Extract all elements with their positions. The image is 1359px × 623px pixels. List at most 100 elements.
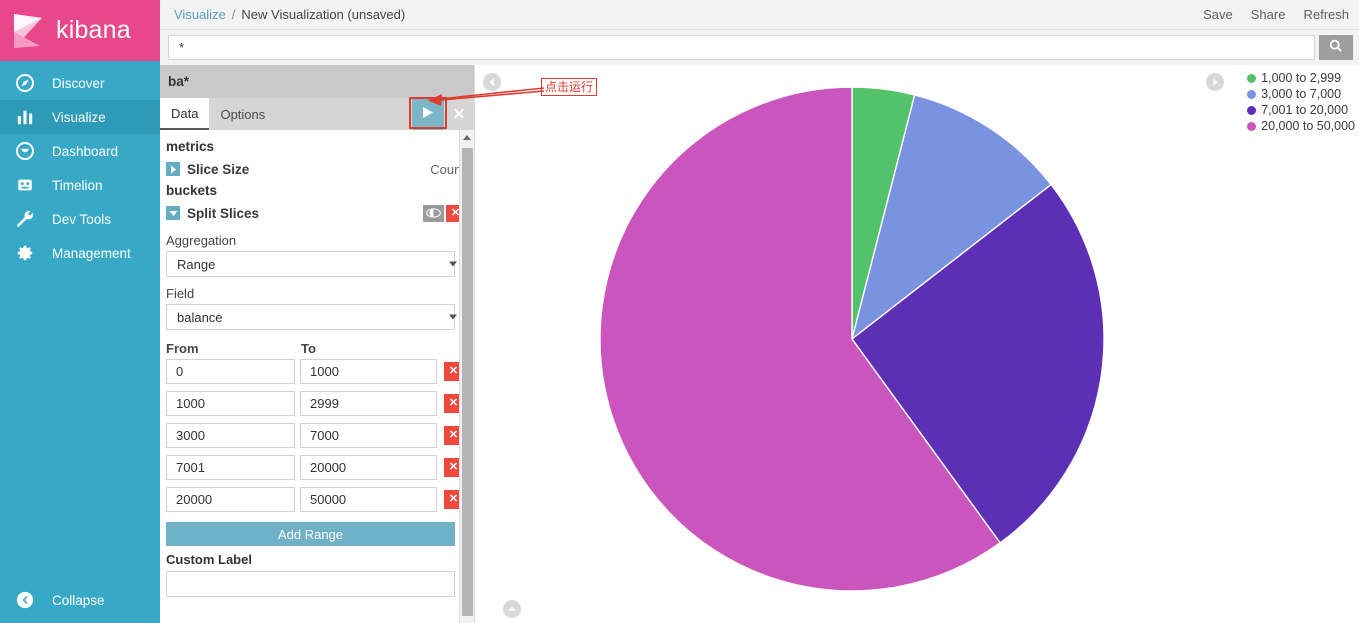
- tab-data-label: Data: [171, 105, 199, 121]
- annotation-text: 点击运行: [541, 78, 598, 96]
- sidebar-item-discover[interactable]: Discover: [0, 66, 160, 100]
- range-row: ✕: [166, 391, 465, 416]
- bar-chart-icon: [14, 106, 36, 128]
- sidebar-item-label: Dev Tools: [52, 211, 112, 227]
- range-from-input[interactable]: [166, 455, 295, 480]
- sidebar-nav: Discover Visualize Dashboard Timelion De…: [0, 61, 160, 270]
- config-tab-buttons: ✕: [412, 98, 474, 130]
- range-row: ✕: [166, 359, 465, 384]
- range-from-input[interactable]: [166, 487, 295, 512]
- sidebar-item-label: Timelion: [52, 177, 103, 193]
- range-row: ✕: [166, 487, 465, 512]
- tab-options[interactable]: Options: [209, 98, 276, 130]
- chart-legend: 1,000 to 2,999 3,000 to 7,000 7,001 to 2…: [1247, 71, 1355, 134]
- timelion-icon: [14, 174, 36, 196]
- refresh-button[interactable]: Refresh: [1303, 7, 1349, 22]
- range-to-input[interactable]: [300, 359, 437, 384]
- bucket-name: Split Slices: [187, 205, 260, 221]
- search-submit-button[interactable]: [1319, 35, 1353, 60]
- chevron-left-circle-icon: [14, 589, 36, 611]
- sidebar-collapse-label: Collapse: [52, 592, 105, 608]
- field-label: Field: [166, 286, 195, 301]
- chevron-right-icon[interactable]: [166, 162, 180, 176]
- share-button[interactable]: Share: [1251, 7, 1286, 22]
- sidebar-item-timelion[interactable]: Timelion: [0, 168, 160, 202]
- gear-icon: [14, 242, 36, 264]
- legend-item[interactable]: 20,000 to 50,000: [1247, 119, 1355, 134]
- legend-label: 3,000 to 7,000: [1261, 87, 1342, 101]
- buckets-section-title: buckets: [166, 183, 218, 198]
- sidebar-item-label: Dashboard: [52, 143, 119, 159]
- aggregation-label: Aggregation: [166, 233, 237, 248]
- sidebar-item-dev-tools[interactable]: Dev Tools: [0, 202, 160, 236]
- range-from-input[interactable]: [166, 423, 295, 448]
- range-row: ✕: [166, 423, 465, 448]
- config-body: metrics Slice Size Count buckets Split S…: [160, 130, 475, 623]
- config-tabs: Data Options ✕: [160, 98, 474, 130]
- pie-chart-svg[interactable]: [476, 65, 1359, 623]
- top-bar-actions: Save Share Refresh: [1203, 7, 1359, 22]
- range-to-input[interactable]: [300, 391, 437, 416]
- from-column-header: From: [166, 341, 199, 356]
- play-icon: [422, 106, 434, 122]
- custom-label-input[interactable]: [166, 571, 455, 597]
- dashboard-icon: [14, 140, 36, 162]
- sidebar-item-label: Discover: [52, 75, 105, 91]
- discard-changes-button[interactable]: ✕: [444, 98, 474, 130]
- legend-item[interactable]: 3,000 to 7,000: [1247, 87, 1355, 102]
- legend-item[interactable]: 7,001 to 20,000: [1247, 103, 1355, 118]
- sidebar-item-label: Visualize: [52, 109, 106, 125]
- aggregation-select-wrap: Range: [166, 251, 465, 277]
- legend-color-swatch: [1247, 106, 1257, 115]
- range-to-input[interactable]: [300, 423, 437, 448]
- breadcrumb-visualize-link[interactable]: Visualize: [174, 7, 226, 22]
- range-to-input[interactable]: [300, 455, 437, 480]
- sidebar-collapse-button[interactable]: Collapse: [0, 585, 160, 615]
- tab-options-label: Options: [220, 106, 266, 122]
- range-table-header: From To: [166, 341, 465, 356]
- legend-label: 20,000 to 50,000: [1261, 119, 1355, 133]
- custom-label-title: Custom Label: [166, 552, 252, 567]
- range-from-input[interactable]: [166, 359, 295, 384]
- range-from-input[interactable]: [166, 391, 295, 416]
- to-column-header: To: [301, 341, 316, 356]
- kibana-app: kibana Discover Visualize Dashboard Time…: [0, 0, 1359, 623]
- legend-item[interactable]: 1,000 to 2,999: [1247, 71, 1355, 86]
- sidebar: kibana Discover Visualize Dashboard Time…: [0, 0, 160, 623]
- brand-name: kibana: [56, 16, 131, 44]
- sidebar-item-management[interactable]: Management: [0, 236, 160, 270]
- index-pattern-label: ba*: [160, 65, 474, 98]
- sidebar-item-label: Management: [52, 245, 131, 261]
- scrollbar-thumb[interactable]: [462, 148, 473, 616]
- sidebar-item-visualize[interactable]: Visualize: [0, 100, 160, 134]
- range-to-input[interactable]: [300, 487, 437, 512]
- close-icon: ✕: [452, 106, 466, 123]
- sidebar-item-dashboard[interactable]: Dashboard: [0, 134, 160, 168]
- field-select-wrap: balance: [166, 304, 465, 330]
- breadcrumb-current: New Visualization (unsaved): [241, 7, 406, 22]
- eye-toggle-icon[interactable]: [423, 204, 444, 222]
- metric-name: Slice Size: [187, 161, 250, 177]
- config-panel-scrollbar[interactable]: [459, 130, 474, 623]
- kibana-logo-icon: [12, 12, 48, 50]
- apply-changes-button[interactable]: [412, 98, 444, 130]
- tab-data[interactable]: Data: [160, 98, 210, 130]
- legend-color-swatch: [1247, 90, 1257, 99]
- aggregation-select[interactable]: Range: [166, 251, 455, 277]
- search-icon: [1329, 39, 1343, 56]
- search-input[interactable]: [168, 35, 1315, 60]
- metric-slice-size-row[interactable]: Slice Size Count: [166, 158, 465, 180]
- save-button[interactable]: Save: [1203, 7, 1233, 22]
- bucket-split-slices-row[interactable]: Split Slices ✕: [166, 202, 465, 224]
- legend-color-swatch: [1247, 122, 1257, 131]
- wrench-icon: [14, 208, 36, 230]
- field-select[interactable]: balance: [166, 304, 455, 330]
- metrics-section-title: metrics: [166, 139, 215, 154]
- add-range-button[interactable]: Add Range: [166, 522, 455, 546]
- chevron-down-icon[interactable]: [166, 206, 180, 220]
- brand: kibana: [0, 0, 160, 61]
- scroll-up-arrow[interactable]: [460, 130, 474, 144]
- pie-chart: [476, 65, 1359, 623]
- visualization-area: 1,000 to 2,999 3,000 to 7,000 7,001 to 2…: [476, 65, 1359, 623]
- breadcrumb-separator: /: [231, 7, 236, 22]
